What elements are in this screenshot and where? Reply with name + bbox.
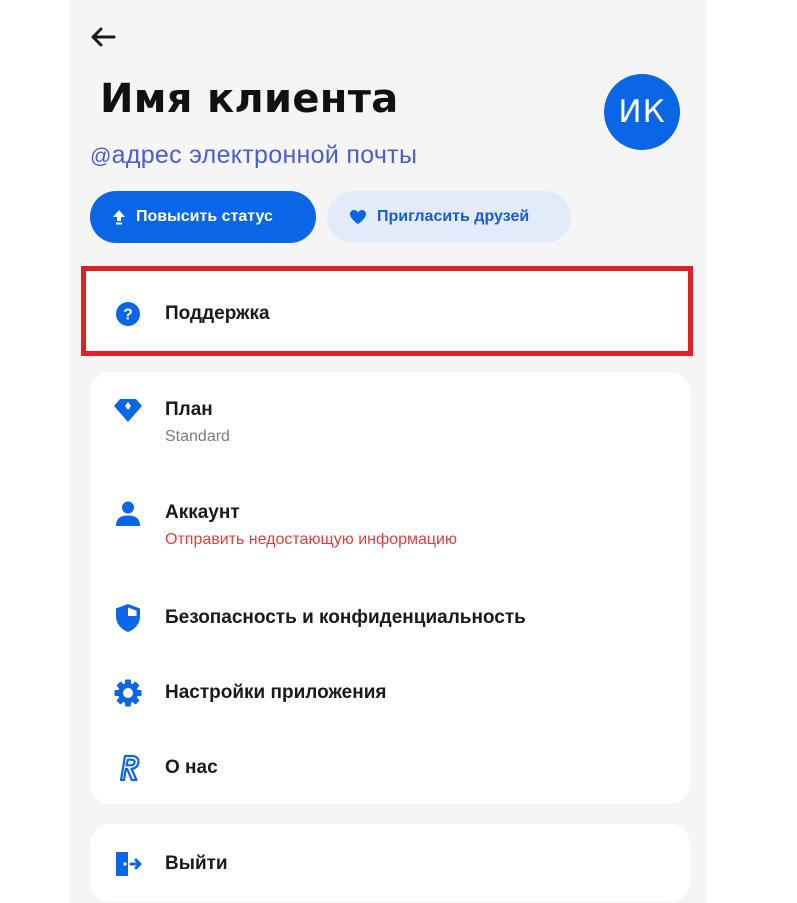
r-logo-icon bbox=[119, 754, 140, 782]
email-address: @адрес электронной почты bbox=[90, 141, 417, 170]
menu-item-support[interactable]: ? Поддержка bbox=[112, 298, 270, 330]
upgrade-status-button[interactable]: Повысить статус bbox=[90, 191, 316, 243]
upgrade-status-label: Повысить статус bbox=[136, 208, 273, 225]
menu-item-plan[interactable]: План Standard bbox=[112, 394, 230, 446]
question-circle-icon: ? bbox=[116, 302, 140, 326]
diamond-icon bbox=[114, 399, 142, 422]
exit-icon bbox=[116, 852, 142, 876]
gear-icon bbox=[114, 679, 142, 707]
menu-item-security[interactable]: Безопасность и конфиденциальность bbox=[112, 602, 526, 634]
invite-friends-label: Пригласить друзей bbox=[377, 208, 530, 225]
support-label: Поддержка bbox=[165, 303, 270, 324]
shield-icon bbox=[116, 604, 140, 632]
invite-friends-button[interactable]: Пригласить друзей bbox=[327, 191, 571, 243]
account-icon-wrap bbox=[112, 497, 144, 529]
menu-item-account[interactable]: Аккаунт Отправить недостающую информацию bbox=[112, 497, 457, 549]
customer-name: Имя клиента bbox=[100, 76, 399, 122]
menu-item-about[interactable]: О нас bbox=[112, 752, 218, 784]
heart-icon bbox=[350, 210, 366, 224]
email-at-sign: @ bbox=[90, 145, 112, 168]
plan-label: План bbox=[165, 399, 213, 420]
arrow-left-icon bbox=[91, 27, 116, 47]
app-settings-icon-wrap bbox=[112, 677, 144, 709]
logout-label: Выйти bbox=[165, 853, 228, 874]
arrow-up-icon bbox=[113, 210, 125, 225]
email-text: адрес электронной почты bbox=[111, 141, 418, 169]
avatar[interactable]: ИК bbox=[604, 74, 680, 150]
logout-icon-wrap bbox=[112, 848, 144, 880]
security-label: Безопасность и конфиденциальность bbox=[165, 607, 526, 628]
plan-value: Standard bbox=[165, 428, 230, 445]
about-icon-wrap bbox=[112, 752, 144, 784]
app-settings-label: Настройки приложения bbox=[165, 682, 387, 703]
support-icon-wrap: ? bbox=[112, 298, 144, 330]
plan-icon-wrap bbox=[112, 394, 144, 426]
security-icon-wrap bbox=[112, 602, 144, 634]
back-button[interactable] bbox=[88, 24, 118, 50]
avatar-initials: ИК bbox=[618, 94, 666, 130]
svg-text:?: ? bbox=[123, 307, 133, 324]
about-label: О нас bbox=[165, 757, 218, 778]
logout-button[interactable]: Выйти bbox=[112, 848, 228, 880]
person-icon bbox=[116, 501, 140, 526]
menu-item-app-settings[interactable]: Настройки приложения bbox=[112, 677, 387, 709]
account-label: Аккаунт bbox=[165, 502, 240, 523]
account-warning: Отправить недостающую информацию bbox=[165, 531, 457, 548]
